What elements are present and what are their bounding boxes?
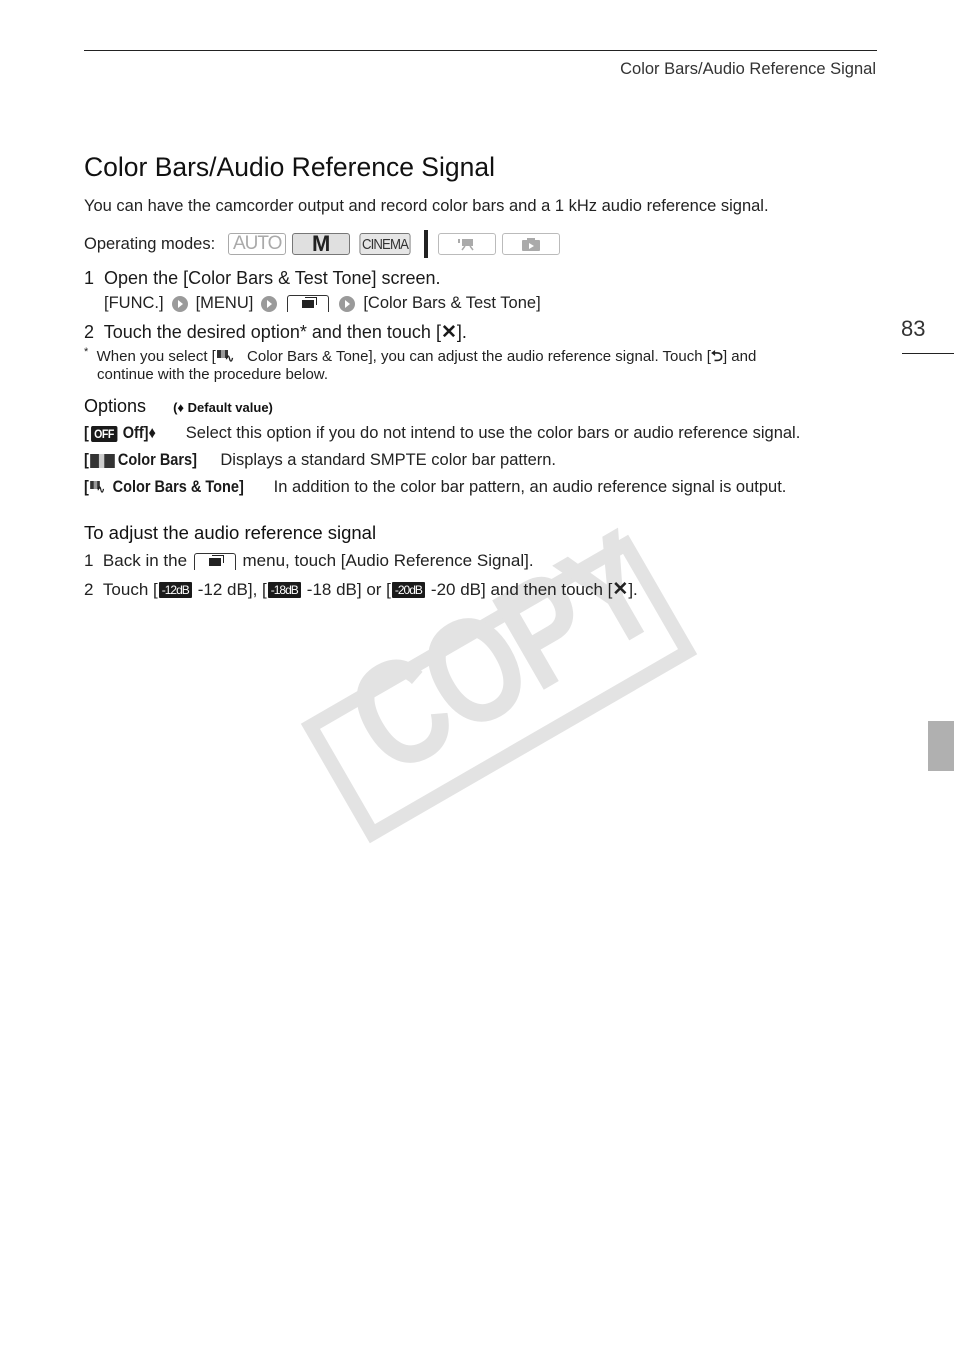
footnote-text-3: ] and xyxy=(722,348,757,365)
mode-auto-icon: AUTO xyxy=(228,233,287,255)
adjust-step-2-text: Touch [ xyxy=(102,579,158,599)
option-color-bars-name: [ Color Bars] xyxy=(84,451,197,470)
footnote-star: * xyxy=(84,346,89,358)
color-bars-tone-icon: ∿ xyxy=(216,350,239,365)
footnote-line-2: continue with the procedure below. xyxy=(97,366,328,383)
option-off-label: Off]♦ xyxy=(122,424,156,442)
step-2-end: ]. xyxy=(456,322,467,342)
menu-path: [FUNC.] [MENU] [Color Bars & Test Tone] xyxy=(104,294,541,313)
mode-cinema-icon: CINEMA xyxy=(359,233,411,255)
adjust-step-2-number: 2 xyxy=(84,579,94,599)
step-2-text: Touch the desired option* and then touch… xyxy=(103,322,441,342)
arrow-right-icon xyxy=(339,295,356,312)
photo-playback-icon xyxy=(502,233,561,255)
off-icon: OFF xyxy=(90,425,118,442)
minus-20db-icon: -20dB xyxy=(391,581,425,598)
minus-12db-icon: -12dB xyxy=(158,581,192,598)
option-color-bars-label: Color Bars] xyxy=(117,451,197,469)
option-color-bars-desc: Displays a standard SMPTE color bar patt… xyxy=(220,451,557,469)
recording-setup-menu-icon xyxy=(193,552,236,570)
close-icon: ✕ xyxy=(612,579,629,600)
option-off-desc: Select this option if you do not intend … xyxy=(185,424,801,442)
intro-text: You can have the camcorder output and re… xyxy=(84,197,769,215)
color-bars-tone-icon: ∿ xyxy=(89,480,109,495)
header-rule xyxy=(84,50,877,51)
step-1-number: 1 xyxy=(84,268,95,288)
arrow-right-icon xyxy=(171,295,188,312)
option-off-name: [OFF Off]♦ xyxy=(84,424,156,443)
adjust-step-1-number: 1 xyxy=(84,551,94,570)
option-color-bars: [ Color Bars] Displays a standard SMPTE c… xyxy=(84,451,556,470)
operating-modes: Operating modes: AUTO M CINEMA xyxy=(84,230,566,258)
page-number: 83 xyxy=(901,316,926,341)
step-2: 2 Touch the desired option* and then tou… xyxy=(84,321,467,344)
adjust-20db-text: -20 dB] and then touch [ xyxy=(430,579,613,599)
minus-18db-icon: -18dB xyxy=(267,581,301,598)
step-1: 1 Open the [Color Bars & Test Tone] scre… xyxy=(84,268,441,289)
step-1-text: Open the [Color Bars & Test Tone] screen… xyxy=(104,268,441,288)
bracket: [ xyxy=(84,424,89,442)
adjust-step-1: 1 Back in the menu, touch [Audio Referen… xyxy=(84,551,534,571)
path-func: [FUNC.] xyxy=(104,294,164,312)
path-target: [Color Bars & Test Tone] xyxy=(363,294,541,312)
operating-modes-label: Operating modes: xyxy=(84,234,216,253)
page-number-rule xyxy=(902,353,954,354)
movie-playback-icon xyxy=(438,233,497,255)
options-title: Options xyxy=(84,396,147,416)
option-color-bars-tone-name: [∿ Color Bars & Tone] xyxy=(84,478,244,497)
mode-manual-icon: M xyxy=(292,231,351,256)
adjust-step-2: 2 Touch [-12dB -12 dB], [-18dB -18 dB] or … xyxy=(84,578,638,601)
close-icon: ✕ xyxy=(440,322,457,343)
adjust-18db-text: -18 dB] or [ xyxy=(306,579,391,599)
back-icon: ⮌ xyxy=(710,348,723,365)
option-off: [OFF Off]♦ Select this option if you do n… xyxy=(84,424,800,443)
option-color-bars-tone-desc: In addition to the color bar pattern, an… xyxy=(273,478,787,496)
step-2-number: 2 xyxy=(84,322,95,342)
path-menu: [MENU] xyxy=(195,294,254,312)
footnote-text-2: Color Bars & Tone], you can adjust the a… xyxy=(242,348,711,365)
adjust-12db-text: -12 dB], [ xyxy=(197,579,267,599)
chapter-thumb-tab xyxy=(928,721,954,771)
adjust-step-2-end: ]. xyxy=(628,579,638,599)
default-value-note: (♦ Default value) xyxy=(173,400,273,415)
adjust-step-1-post: menu, touch [Audio Reference Signal]. xyxy=(242,551,534,570)
adjust-step-1-pre: Back in the xyxy=(102,551,188,570)
running-head: Color Bars/Audio Reference Signal xyxy=(620,60,876,78)
bracket: [ xyxy=(84,478,89,496)
mode-separator xyxy=(424,230,429,258)
color-bars-icon xyxy=(89,453,115,468)
page-title: Color Bars/Audio Reference Signal xyxy=(84,152,495,182)
option-color-bars-tone-label: Color Bars & Tone] xyxy=(112,478,244,496)
footnote-text-1: When you select [ xyxy=(96,348,216,365)
recording-setup-menu-icon xyxy=(287,295,330,312)
bracket: [ xyxy=(84,451,89,469)
adjust-heading: To adjust the audio reference signal xyxy=(84,522,377,543)
options-heading: Options (♦ Default value) xyxy=(84,396,273,417)
arrow-right-icon xyxy=(261,295,278,312)
option-color-bars-tone: [∿ Color Bars & Tone] In addition to the … xyxy=(84,478,786,497)
